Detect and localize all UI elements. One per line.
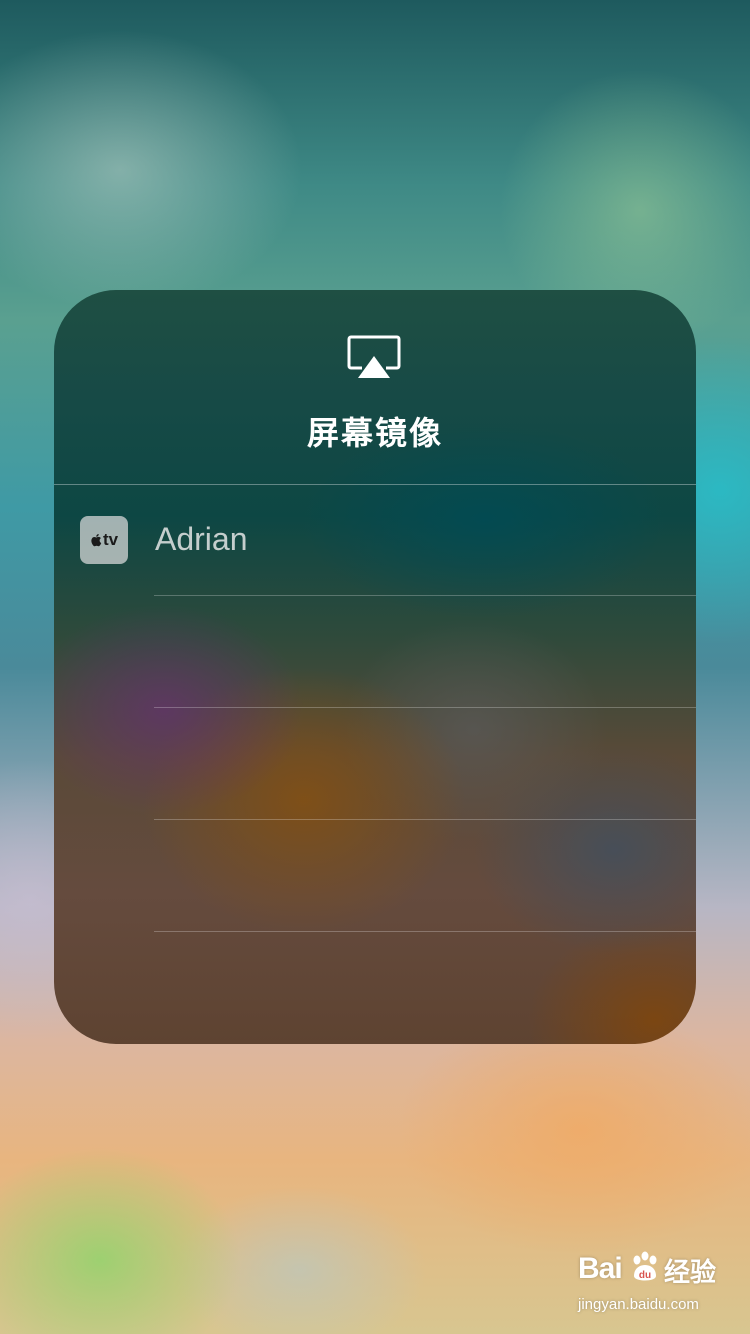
row-divider (154, 707, 696, 708)
row-divider (154, 931, 696, 932)
baidu-paw-text: du (639, 1270, 651, 1281)
row-divider (154, 595, 696, 596)
screen-mirroring-panel: 屏幕镜像 tv Adrian (54, 290, 696, 1044)
baidu-jingyan-watermark: Bai du 经验 jingyan.baidu.com (576, 1248, 746, 1322)
appletv-badge: tv (102, 530, 119, 549)
watermark-url: jingyan.baidu.com (578, 1296, 699, 1313)
device-name: Adrian (155, 521, 248, 557)
airplay-icon (347, 335, 401, 378)
screen-background: 屏幕镜像 tv Adrian Bai du 经验 jingyan.baidu.c… (0, 0, 750, 1334)
panel-title: 屏幕镜像 (306, 414, 443, 452)
apple-logo-icon (91, 534, 102, 547)
jingyan-text: 经验 (664, 1258, 717, 1288)
baidu-paw-icon: du (633, 1251, 657, 1281)
device-row-adrian[interactable]: tv Adrian (54, 485, 696, 596)
row-divider (154, 819, 696, 820)
appletv-icon: tv (80, 516, 128, 564)
baidu-logo-text: Bai (578, 1252, 623, 1285)
